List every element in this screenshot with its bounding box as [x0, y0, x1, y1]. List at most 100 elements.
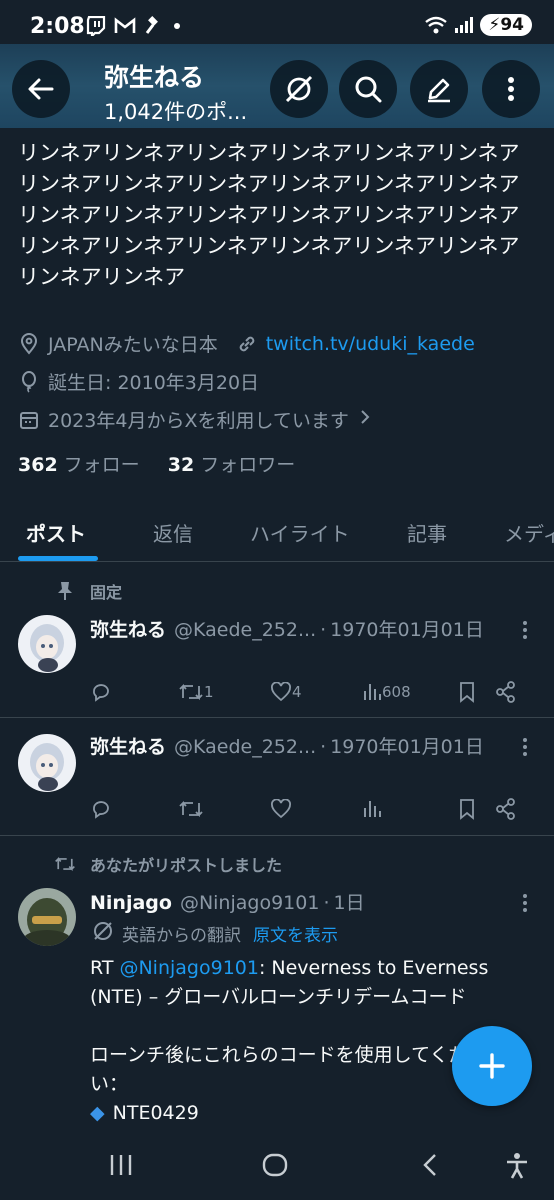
like-button[interactable]: 4 — [270, 682, 362, 702]
avatar[interactable] — [18, 734, 76, 792]
views-button[interactable] — [362, 799, 458, 819]
recents-button[interactable] — [108, 1152, 134, 1182]
heart-icon — [271, 682, 291, 702]
author-name[interactable]: 弥生ねる — [90, 615, 166, 642]
like-button[interactable] — [270, 799, 362, 819]
back-button[interactable] — [12, 60, 70, 118]
bookmark-icon — [460, 799, 474, 820]
page-title: 弥生ねる — [104, 63, 205, 92]
plus-icon — [479, 1053, 505, 1079]
back-nav-button[interactable] — [420, 1152, 440, 1182]
diamond-icon: ◆ — [90, 1102, 105, 1124]
more-vertical-icon — [523, 621, 527, 639]
accessibility-button[interactable] — [504, 1152, 530, 1184]
tab-articles[interactable]: 記事 — [407, 518, 447, 547]
reply-button[interactable] — [90, 798, 178, 820]
dot-icon — [174, 23, 180, 29]
post-date: 1日 — [333, 892, 365, 914]
profile-birthday-row: 誕生日: 2010年3月20日 — [18, 368, 259, 395]
views-button[interactable]: 608 — [362, 682, 458, 702]
profile-joined: 2023年4月からXを利用しています — [48, 410, 349, 432]
repost-icon — [179, 683, 203, 701]
avatar[interactable] — [18, 615, 76, 673]
author-handle[interactable]: @Kaede_252... — [174, 619, 316, 641]
recents-icon — [110, 1155, 132, 1175]
compose-fab-button[interactable] — [452, 1026, 532, 1106]
followers-label: フォロワー — [200, 454, 296, 476]
more-vertical-icon — [523, 738, 527, 756]
wifi-icon — [425, 16, 448, 34]
edit-button[interactable] — [410, 60, 468, 118]
chevron-left-icon — [423, 1154, 436, 1176]
author-handle[interactable]: @Ninjago9101 — [180, 892, 320, 914]
profile-meta-row: JAPANみたいな日本 twitch.tv/uduki_kaede — [18, 330, 475, 357]
profile-joined-row[interactable]: 2023年4月からXを利用しています — [18, 406, 371, 433]
translation-label: 英語からの翻訳 — [122, 926, 241, 946]
post[interactable]: 弥生ねる @Kaede_252... · 1970年01月01日 — [0, 718, 554, 836]
accessibility-icon — [507, 1153, 527, 1179]
pencil-icon — [428, 78, 450, 103]
author-name[interactable]: 弥生ねる — [90, 732, 166, 759]
post-count: 1,042件のポ... — [104, 100, 248, 124]
heart-icon — [271, 799, 291, 819]
home-circle-icon — [262, 1153, 288, 1177]
calendar-icon — [18, 409, 40, 431]
share-button[interactable] — [496, 798, 516, 820]
profile-link[interactable]: twitch.tv/uduki_kaede — [266, 333, 475, 355]
post-more-button[interactable] — [520, 619, 530, 641]
battery-level: 94 — [500, 15, 524, 35]
post-date: 1970年01月01日 — [330, 736, 484, 758]
status-system-icons: ⚡94 — [424, 14, 532, 36]
profile-tabs: ポスト 返信 ハイライト 記事 メディア — [0, 500, 554, 562]
repost-button[interactable]: 1 — [178, 682, 270, 702]
more-vertical-icon — [508, 77, 514, 101]
post-body-line-5: ◆ NTE0429 — [90, 1099, 510, 1128]
bookmark-button[interactable] — [458, 798, 496, 820]
following-link[interactable]: 362 フォロー — [18, 454, 140, 476]
tab-posts[interactable]: ポスト — [26, 518, 86, 547]
post-more-button[interactable] — [520, 892, 530, 914]
view-count: 608 — [382, 683, 411, 701]
redeem-code: NTE0429 — [112, 1102, 199, 1124]
avatar[interactable] — [18, 888, 76, 946]
mention-link[interactable]: @Ninjago9101 — [119, 957, 259, 979]
reply-button[interactable] — [90, 681, 178, 703]
post-body-line-4: い： — [90, 1073, 129, 1095]
status-notification-icons — [86, 16, 182, 36]
repost-icon — [54, 855, 76, 873]
post-date: 1970年01月01日 — [330, 619, 484, 641]
grok-button[interactable] — [270, 60, 328, 118]
system-navigation-bar — [0, 1130, 554, 1200]
tab-replies[interactable]: 返信 — [153, 518, 193, 547]
link-icon — [236, 333, 258, 355]
arrow-left-icon — [28, 78, 54, 100]
post-more-button[interactable] — [520, 736, 530, 758]
separator-dot: · — [323, 892, 330, 914]
share-button[interactable] — [496, 681, 516, 703]
search-button[interactable] — [339, 60, 397, 118]
post-body-line-3: ローンチ後にこれらのコードを使用してくださ — [90, 1044, 487, 1066]
bookmark-button[interactable] — [458, 681, 496, 703]
show-original-link[interactable]: 原文を表示 — [253, 921, 338, 946]
profile-bio: リンネアリンネアリンネアリンネアリンネアリンネアリンネアリンネアリンネアリンネア… — [18, 141, 520, 289]
tab-media[interactable]: メディア — [504, 518, 554, 547]
repost-icon — [179, 800, 203, 818]
tab-highlights[interactable]: ハイライト — [250, 518, 350, 547]
repost-button[interactable] — [178, 799, 270, 819]
more-options-button[interactable] — [482, 60, 540, 118]
author-name[interactable]: Ninjago — [90, 892, 172, 914]
pin-icon — [54, 581, 76, 601]
author-handle[interactable]: @Kaede_252... — [174, 736, 316, 758]
grok-icon — [285, 75, 313, 103]
post-header: 弥生ねる @Kaede_252... · 1970年01月01日 — [90, 615, 484, 642]
repost-count: 1 — [204, 683, 214, 701]
battery-indicator: ⚡94 — [480, 14, 532, 36]
post-actions — [90, 798, 530, 820]
twitch-icon — [86, 16, 106, 36]
bookmark-icon — [460, 682, 474, 703]
home-button[interactable] — [262, 1152, 288, 1182]
search-icon — [355, 76, 382, 103]
pinned-post[interactable]: 固定 弥生ねる @Kaede_252... · 1970年01月01日 1 4 … — [0, 563, 554, 718]
views-chart-icon — [364, 684, 381, 700]
followers-link[interactable]: 32 フォロワー — [168, 454, 295, 476]
